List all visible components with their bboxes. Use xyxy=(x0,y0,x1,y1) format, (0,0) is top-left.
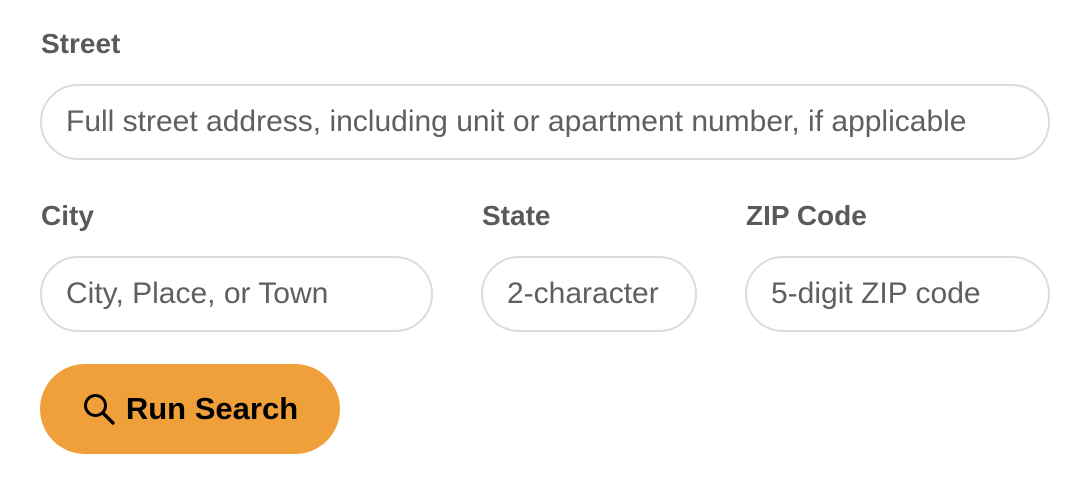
street-label: Street xyxy=(41,28,121,59)
run-search-button[interactable]: Run Search xyxy=(40,364,340,454)
address-search-form: Street City State ZIP Code Run Search xyxy=(0,0,1090,480)
state-label: State xyxy=(482,200,551,231)
state-input[interactable] xyxy=(481,256,697,332)
search-icon xyxy=(82,392,116,426)
city-input[interactable] xyxy=(40,256,433,332)
run-search-label: Run Search xyxy=(125,391,299,426)
city-label: City xyxy=(41,200,94,231)
zip-label: ZIP Code xyxy=(746,200,867,231)
street-input[interactable] xyxy=(40,84,1050,160)
zip-input[interactable] xyxy=(745,256,1050,332)
